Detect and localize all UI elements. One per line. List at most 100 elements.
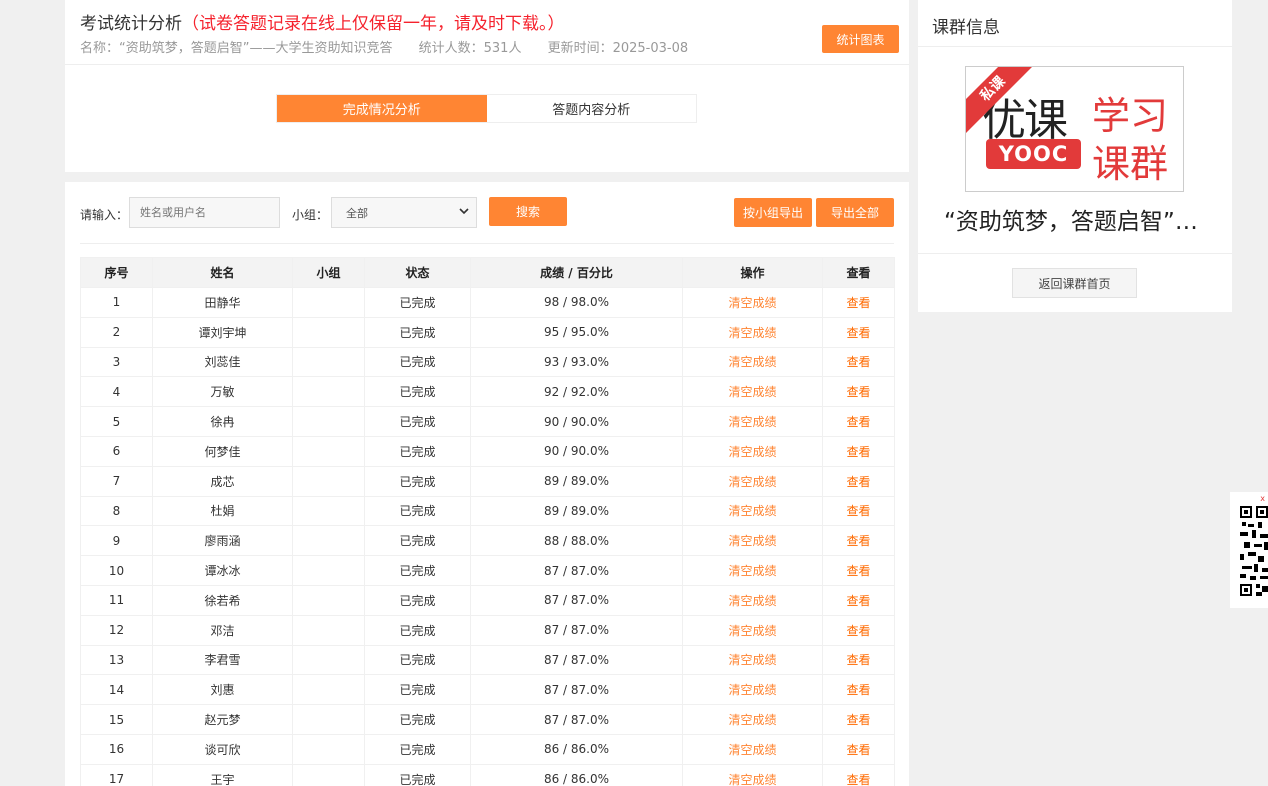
cell-score: 98 / 98.0% <box>470 287 683 318</box>
main-column: 考试统计分析（试卷答题记录在线上仅保留一年，请及时下载。） 名称：“资助筑梦，答… <box>65 0 909 786</box>
clear-score-link[interactable]: 清空成绩 <box>682 644 823 676</box>
clear-score-link[interactable]: 清空成绩 <box>682 584 823 616</box>
clear-score-link[interactable]: 清空成绩 <box>682 704 823 735</box>
cell-group <box>292 525 365 557</box>
view-link[interactable]: 查看 <box>822 704 895 735</box>
table-row: 9 廖雨涵 已完成 88 / 88.0% 清空成绩 查看 <box>80 525 895 557</box>
search-input[interactable] <box>129 197 280 228</box>
clear-score-link[interactable]: 清空成绩 <box>682 674 823 706</box>
cell-group <box>292 704 365 735</box>
page-title: 考试统计分析（试卷答题记录在线上仅保留一年，请及时下载。） <box>80 9 565 34</box>
cell-index: 4 <box>80 376 153 408</box>
view-link[interactable]: 查看 <box>822 644 895 676</box>
view-link[interactable]: 查看 <box>822 525 895 557</box>
results-card: 请输入： 小组： 全部 搜索 按小组导出 导出全部 序号 姓名 小 <box>65 182 909 786</box>
clear-score-link[interactable]: 清空成绩 <box>682 376 823 408</box>
cell-status: 已完成 <box>364 465 471 497</box>
course-name: “资助筑梦，答题启智”——大学生资助知识竞答 <box>944 209 1214 235</box>
clear-score-link[interactable]: 清空成绩 <box>682 495 823 527</box>
cell-name: 万敏 <box>152 376 293 408</box>
close-icon[interactable]: x <box>1260 494 1265 503</box>
page-title-text: 考试统计分析 <box>80 14 182 34</box>
tab-content-analysis[interactable]: 答题内容分析 <box>486 95 696 122</box>
view-link[interactable]: 查看 <box>822 674 895 706</box>
cell-name: 李君雪 <box>152 644 293 676</box>
cell-status: 已完成 <box>364 584 471 616</box>
clear-score-link[interactable]: 清空成绩 <box>682 435 823 467</box>
cell-status: 已完成 <box>364 287 471 318</box>
clear-score-link[interactable]: 清空成绩 <box>682 763 823 786</box>
cell-name: 徐若希 <box>152 584 293 616</box>
cell-status: 已完成 <box>364 763 471 786</box>
view-link[interactable]: 查看 <box>822 763 895 786</box>
analysis-tabs: 完成情况分析 答题内容分析 <box>276 94 697 123</box>
col-header-status: 状态 <box>364 257 471 288</box>
cell-score: 87 / 87.0% <box>470 555 683 586</box>
cell-status: 已完成 <box>364 376 471 408</box>
cell-status: 已完成 <box>364 406 471 437</box>
view-link[interactable]: 查看 <box>822 406 895 437</box>
cell-name: 谭刘宇坤 <box>152 316 293 348</box>
cell-score: 88 / 88.0% <box>470 525 683 557</box>
cell-index: 11 <box>80 584 153 616</box>
view-link[interactable]: 查看 <box>822 614 895 646</box>
chevron-down-icon <box>458 205 470 220</box>
col-header-group: 小组 <box>292 257 365 288</box>
clear-score-link[interactable]: 清空成绩 <box>682 465 823 497</box>
table-row: 13 李君雪 已完成 87 / 87.0% 清空成绩 查看 <box>80 644 895 676</box>
cell-status: 已完成 <box>364 733 471 765</box>
cell-index: 13 <box>80 644 153 676</box>
view-link[interactable]: 查看 <box>822 733 895 765</box>
cell-status: 已完成 <box>364 495 471 527</box>
table-row: 3 刘蕊佳 已完成 93 / 93.0% 清空成绩 查看 <box>80 346 895 378</box>
view-link[interactable]: 查看 <box>822 346 895 378</box>
view-link[interactable]: 查看 <box>822 316 895 348</box>
export-all-button[interactable]: 导出全部 <box>816 198 894 227</box>
back-to-course-button[interactable]: 返回课群首页 <box>1012 268 1137 298</box>
cell-name: 杜娟 <box>152 495 293 527</box>
col-header-action: 操作 <box>682 257 823 288</box>
clear-score-link[interactable]: 清空成绩 <box>682 614 823 646</box>
cell-index: 14 <box>80 674 153 706</box>
cell-index: 8 <box>80 495 153 527</box>
clear-score-link[interactable]: 清空成绩 <box>682 287 823 318</box>
results-table: 序号 姓名 小组 状态 成绩 / 百分比 操作 查看 1 田静华 已完成 98 / 9… <box>80 257 895 786</box>
cell-status: 已完成 <box>364 644 471 676</box>
view-link[interactable]: 查看 <box>822 584 895 616</box>
view-link[interactable]: 查看 <box>822 465 895 497</box>
table-header-row: 序号 姓名 小组 状态 成绩 / 百分比 操作 查看 <box>80 257 895 288</box>
table-row: 10 谭冰冰 已完成 87 / 87.0% 清空成绩 查看 <box>80 555 895 586</box>
view-link[interactable]: 查看 <box>822 555 895 586</box>
stat-chart-button[interactable]: 统计图表 <box>822 25 899 53</box>
logo-xuexi-text: 学习 <box>1092 94 1169 138</box>
clear-score-link[interactable]: 清空成绩 <box>682 406 823 437</box>
clear-score-link[interactable]: 清空成绩 <box>682 733 823 765</box>
clear-score-link[interactable]: 清空成绩 <box>682 316 823 348</box>
clear-score-link[interactable]: 清空成绩 <box>682 346 823 378</box>
tab-completion-analysis[interactable]: 完成情况分析 <box>277 95 487 122</box>
group-select[interactable]: 全部 <box>331 197 477 228</box>
table-row: 4 万敏 已完成 92 / 92.0% 清空成绩 查看 <box>80 376 895 408</box>
view-link[interactable]: 查看 <box>822 287 895 318</box>
search-button[interactable]: 搜索 <box>489 197 567 226</box>
search-label: 请输入： <box>80 208 129 222</box>
export-by-group-button[interactable]: 按小组导出 <box>734 198 812 227</box>
cell-group <box>292 346 365 378</box>
view-link[interactable]: 查看 <box>822 435 895 467</box>
exam-count: 统计人数：531人 <box>418 41 522 56</box>
cell-score: 95 / 95.0% <box>470 316 683 348</box>
view-link[interactable]: 查看 <box>822 376 895 408</box>
cell-index: 2 <box>80 316 153 348</box>
sidebar-divider-bottom <box>918 253 1232 254</box>
exam-meta: 名称：“资助筑梦，答题启智”——大学生资助知识竞答 统计人数：531人 更新时间… <box>80 37 710 56</box>
view-link[interactable]: 查看 <box>822 495 895 527</box>
cell-status: 已完成 <box>364 555 471 586</box>
cell-score: 86 / 86.0% <box>470 763 683 786</box>
clear-score-link[interactable]: 清空成绩 <box>682 555 823 586</box>
col-header-index: 序号 <box>80 257 153 288</box>
clear-score-link[interactable]: 清空成绩 <box>682 525 823 557</box>
group-label: 小组： <box>292 208 329 222</box>
table-row: 14 刘惠 已完成 87 / 87.0% 清空成绩 查看 <box>80 674 895 706</box>
cell-index: 17 <box>80 763 153 786</box>
cell-score: 87 / 87.0% <box>470 704 683 735</box>
